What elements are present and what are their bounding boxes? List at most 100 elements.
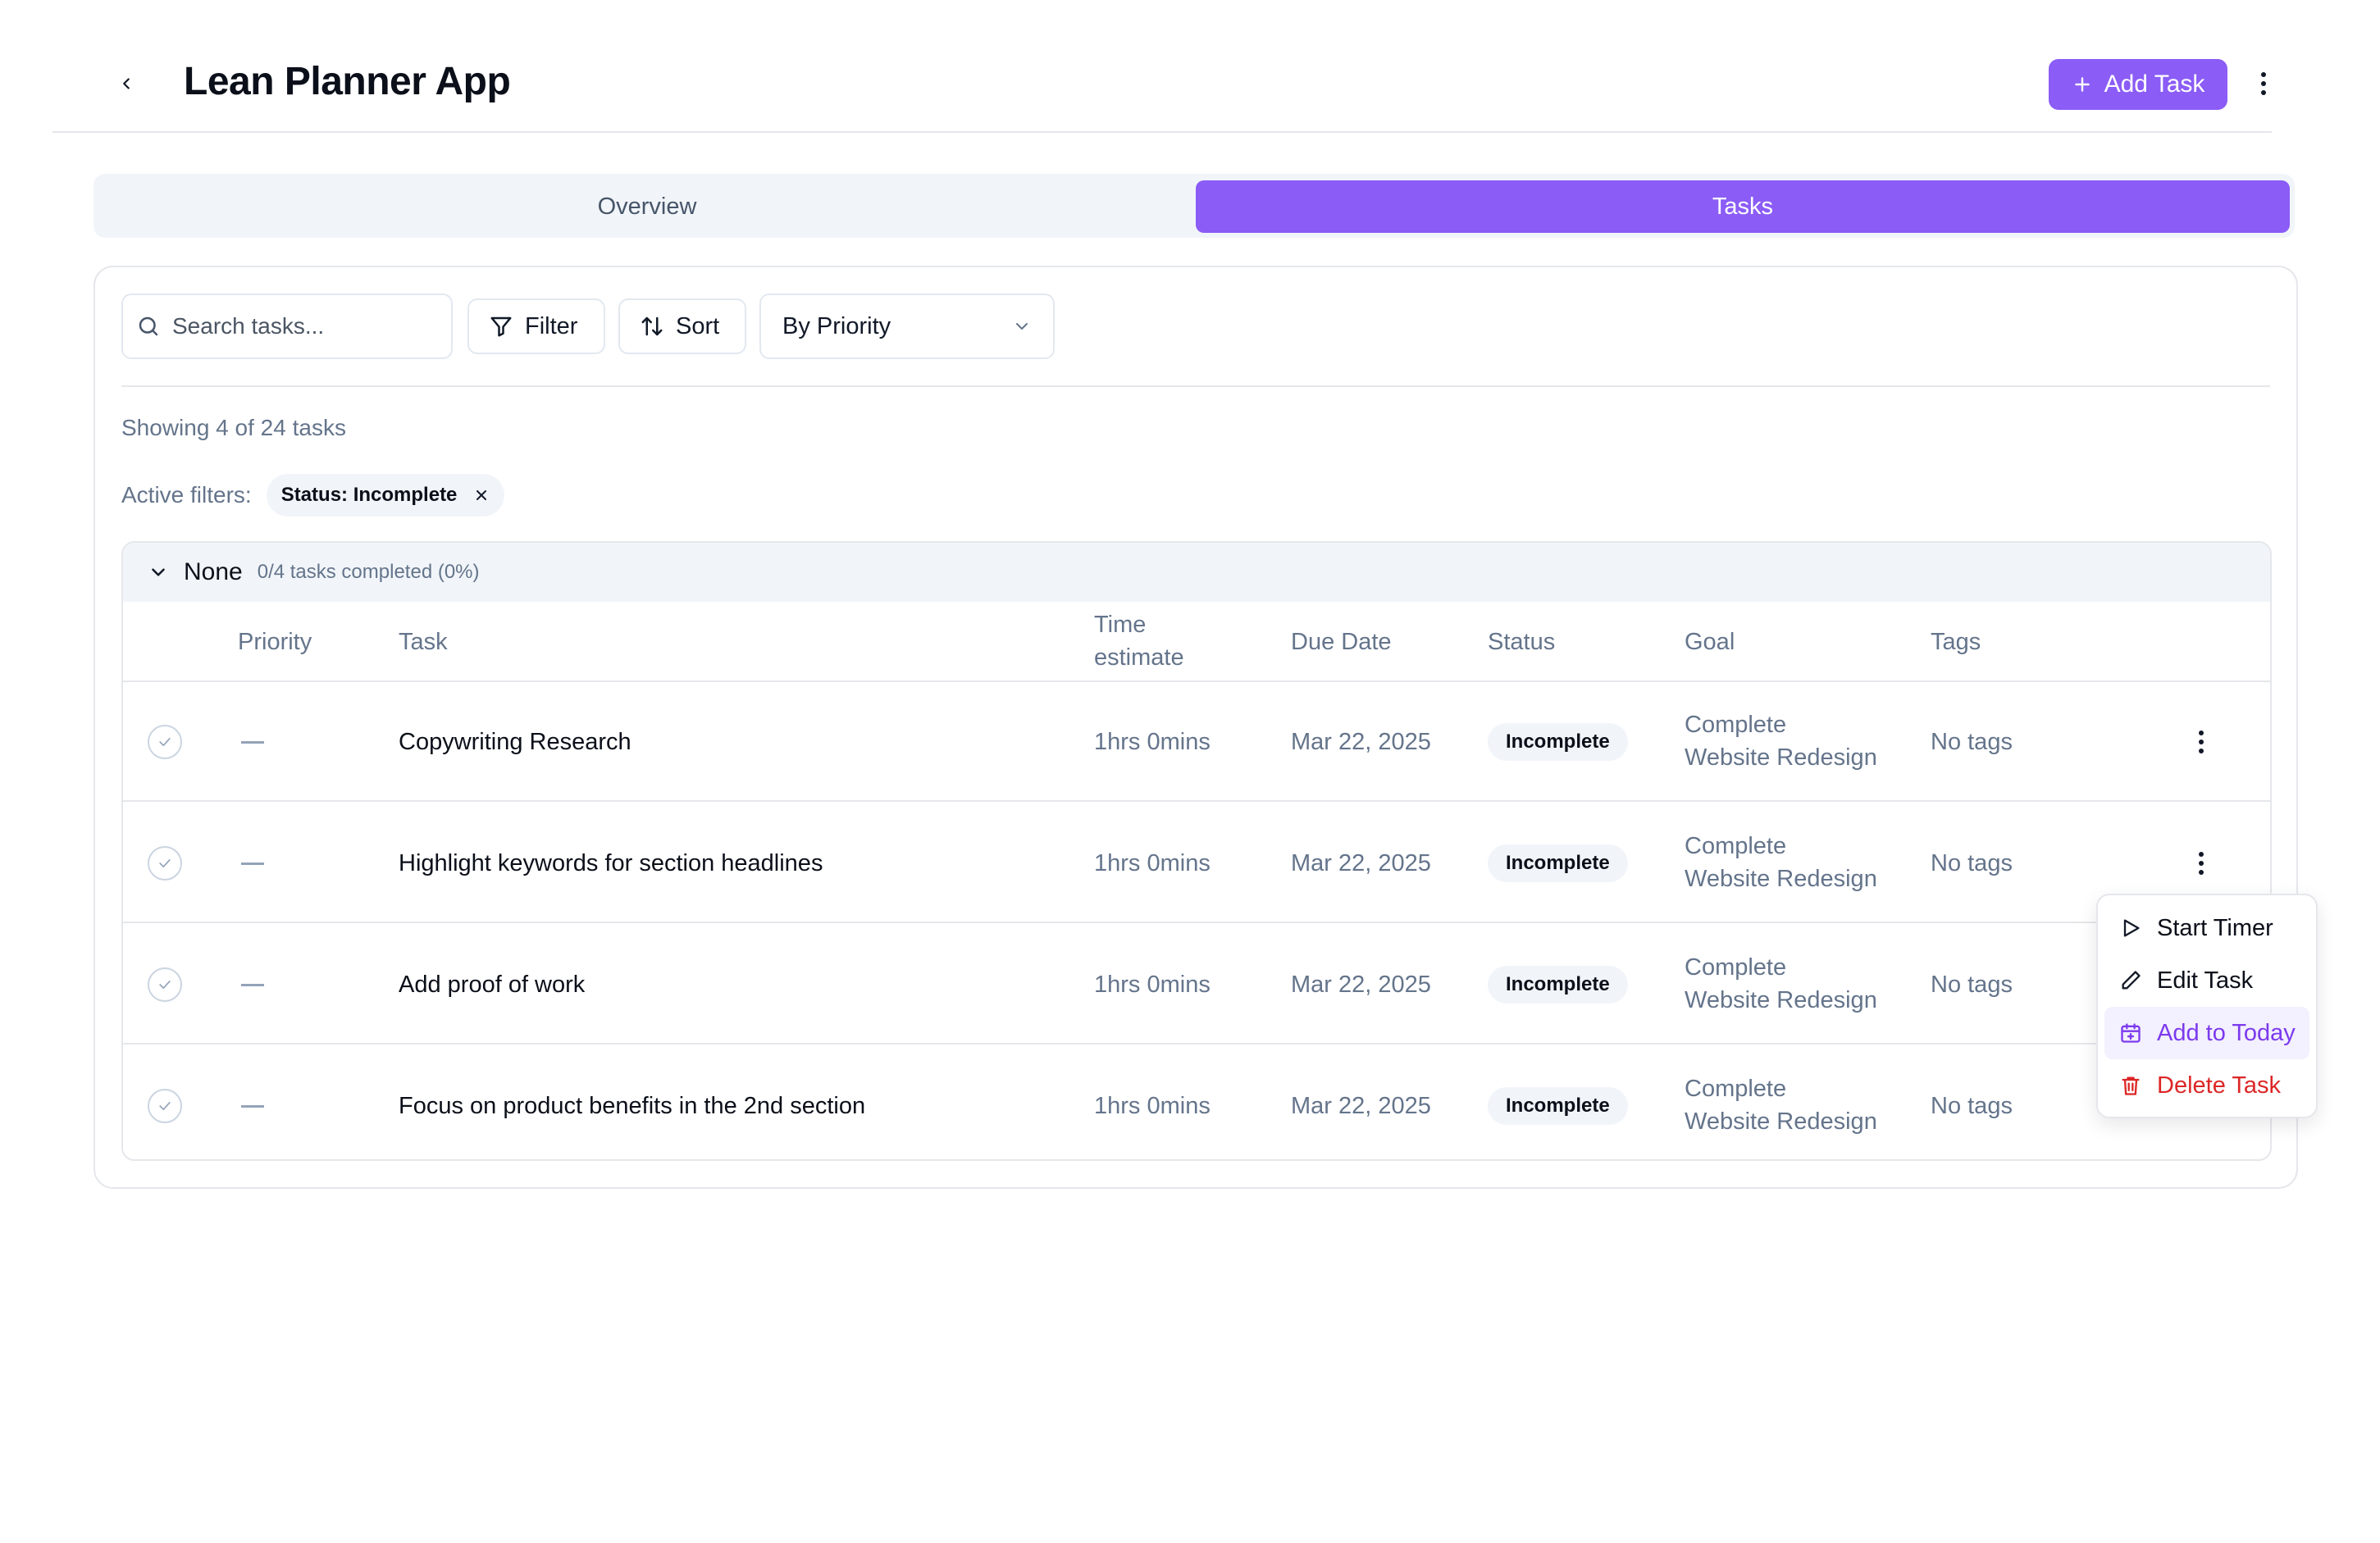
tasks-panel: Filter Sort By Priority Showing 4 of 24 … bbox=[93, 266, 2298, 1189]
search-box bbox=[121, 294, 453, 359]
goal: Complete Website Redesign bbox=[1685, 1072, 1898, 1138]
column-time-estimate[interactable]: Time estimate bbox=[1094, 608, 1184, 674]
chevron-left-icon bbox=[123, 78, 130, 89]
column-time-line2: estimate bbox=[1094, 644, 1184, 671]
tab-tasks[interactable]: Tasks bbox=[1196, 180, 2290, 233]
pencil-icon bbox=[2122, 971, 2141, 990]
menu-item-label: Delete Task bbox=[2157, 1072, 2281, 1099]
tags: No tags bbox=[1931, 729, 2013, 755]
table-header: Priority Task Time estimate Due Date Sta… bbox=[123, 602, 2270, 682]
tags: No tags bbox=[1931, 1093, 2013, 1119]
goal: Complete Website Redesign bbox=[1685, 708, 1898, 774]
filter-button[interactable]: Filter bbox=[467, 298, 605, 354]
column-task[interactable]: Task bbox=[399, 626, 448, 658]
group-by-value: By Priority bbox=[782, 312, 891, 339]
close-icon bbox=[476, 490, 487, 500]
column-goal[interactable]: Goal bbox=[1685, 626, 1735, 658]
goal-line2: Website Redesign bbox=[1685, 1108, 1877, 1135]
column-tags[interactable]: Tags bbox=[1931, 626, 1981, 658]
priority-none-dash bbox=[241, 1105, 264, 1108]
complete-checkbox[interactable] bbox=[148, 1089, 182, 1123]
calendar-plus-icon bbox=[2121, 1023, 2141, 1043]
check-icon bbox=[159, 859, 171, 867]
group-progress: 0/4 tasks completed (0%) bbox=[257, 561, 480, 583]
column-priority[interactable]: Priority bbox=[238, 626, 312, 658]
complete-checkbox[interactable] bbox=[148, 846, 182, 881]
task-name[interactable]: Add proof of work bbox=[399, 968, 585, 1001]
time-estimate: 1hrs 0mins bbox=[1094, 850, 1211, 876]
goal-line1: Complete bbox=[1685, 712, 1787, 738]
search-input[interactable] bbox=[172, 313, 435, 339]
due-date: Mar 22, 2025 bbox=[1291, 729, 1431, 755]
due-date: Mar 22, 2025 bbox=[1291, 972, 1431, 998]
table-row[interactable]: Highlight keywords for section headlines… bbox=[123, 803, 2270, 923]
task-group: None 0/4 tasks completed (0%) Priority T… bbox=[121, 541, 2272, 1161]
row-more-button[interactable] bbox=[2183, 845, 2219, 881]
menu-item-add-to-today[interactable]: Add to Today bbox=[2104, 1007, 2309, 1059]
chevron-down-icon bbox=[1016, 323, 1028, 330]
add-task-label: Add Task bbox=[2104, 71, 2205, 98]
tags: No tags bbox=[1931, 850, 2013, 876]
goal-line2: Website Redesign bbox=[1685, 987, 1877, 1013]
goal-line1: Complete bbox=[1685, 833, 1787, 859]
check-icon bbox=[159, 738, 171, 746]
group-by-select[interactable]: By Priority bbox=[759, 294, 1055, 359]
sort-button[interactable]: Sort bbox=[618, 298, 746, 354]
app-header: Lean Planner App Add Task bbox=[52, 49, 2272, 133]
column-time-line1: Time bbox=[1094, 612, 1147, 638]
goal-line1: Complete bbox=[1685, 1076, 1787, 1102]
showing-count: Showing 4 of 24 tasks bbox=[121, 415, 346, 440]
table-row[interactable]: Add proof of work 1hrs 0mins Mar 22, 202… bbox=[123, 925, 2270, 1045]
sort-label: Sort bbox=[676, 312, 720, 339]
task-name[interactable]: Focus on product benefits in the 2nd sec… bbox=[399, 1090, 865, 1122]
task-toolbar: Filter Sort By Priority bbox=[121, 294, 2270, 359]
goal-line2: Website Redesign bbox=[1685, 744, 1877, 771]
menu-item-start-timer[interactable]: Start Timer bbox=[2104, 902, 2309, 954]
task-name[interactable]: Copywriting Research bbox=[399, 726, 631, 758]
plus-icon bbox=[2074, 77, 2090, 92]
tab-overview[interactable]: Overview bbox=[100, 180, 1194, 233]
menu-item-edit-task[interactable]: Edit Task bbox=[2104, 954, 2309, 1007]
group-name: None bbox=[184, 558, 243, 585]
add-task-button[interactable]: Add Task bbox=[2049, 59, 2227, 110]
priority-none-dash bbox=[241, 984, 264, 986]
active-filters-label: Active filters: bbox=[121, 482, 252, 508]
chevron-down-icon bbox=[152, 568, 165, 576]
filter-icon bbox=[490, 316, 512, 337]
menu-item-delete-task[interactable]: Delete Task bbox=[2104, 1059, 2309, 1112]
due-date: Mar 22, 2025 bbox=[1291, 850, 1431, 876]
table-row[interactable]: Focus on product benefits in the 2nd sec… bbox=[123, 1046, 2270, 1159]
time-estimate: 1hrs 0mins bbox=[1094, 729, 1211, 755]
status-badge: Incomplete bbox=[1488, 723, 1628, 761]
header-more-button[interactable] bbox=[2245, 66, 2282, 102]
page-title: Lean Planner App bbox=[184, 60, 511, 103]
column-status[interactable]: Status bbox=[1488, 626, 1555, 658]
column-due-date[interactable]: Due Date bbox=[1291, 626, 1392, 658]
back-button[interactable] bbox=[108, 66, 144, 102]
trash-icon bbox=[2122, 1076, 2140, 1095]
menu-item-label: Start Timer bbox=[2157, 914, 2273, 941]
menu-item-label: Add to Today bbox=[2157, 1019, 2296, 1046]
more-vertical-icon bbox=[2199, 852, 2204, 875]
view-tabs: Overview Tasks bbox=[93, 174, 2295, 238]
task-name[interactable]: Highlight keywords for section headlines bbox=[399, 847, 823, 880]
status-badge: Incomplete bbox=[1488, 966, 1628, 1004]
remove-filter-button[interactable] bbox=[473, 487, 490, 503]
filter-chip-status: Status: Incomplete bbox=[266, 474, 505, 517]
table-row[interactable]: Copywriting Research 1hrs 0mins Mar 22, … bbox=[123, 682, 2270, 802]
goal: Complete Website Redesign bbox=[1685, 830, 1898, 895]
play-icon bbox=[2123, 919, 2140, 937]
complete-checkbox[interactable] bbox=[148, 725, 182, 759]
row-actions-menu: Start Timer Edit Task Add to Today Delet… bbox=[2096, 894, 2318, 1118]
priority-none-dash bbox=[241, 741, 264, 744]
group-header[interactable]: None 0/4 tasks completed (0%) bbox=[123, 543, 2270, 602]
status-badge: Incomplete bbox=[1488, 844, 1628, 882]
row-more-button[interactable] bbox=[2183, 724, 2219, 760]
tags: No tags bbox=[1931, 972, 2013, 998]
more-vertical-icon bbox=[2261, 72, 2266, 95]
sort-arrows-icon bbox=[641, 316, 663, 336]
more-vertical-icon bbox=[2199, 731, 2204, 753]
time-estimate: 1hrs 0mins bbox=[1094, 1093, 1211, 1119]
complete-checkbox[interactable] bbox=[148, 967, 182, 1002]
search-icon bbox=[139, 316, 158, 336]
